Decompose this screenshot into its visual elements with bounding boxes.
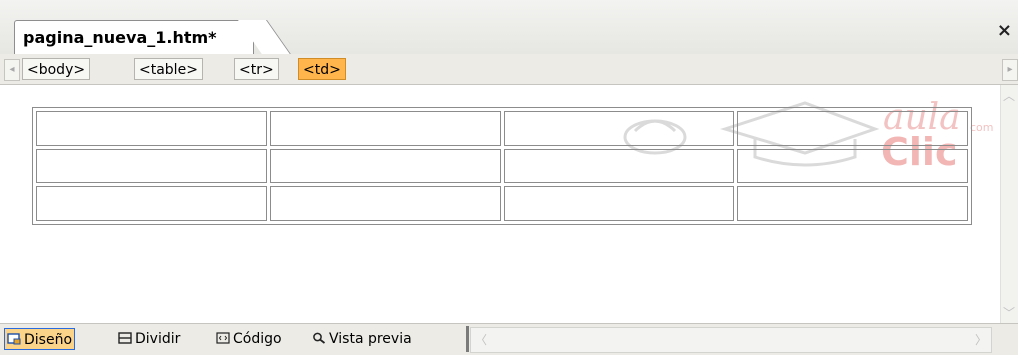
tag-scroll-right-icon[interactable]: ▸ <box>1002 59 1018 81</box>
close-document-icon[interactable]: × <box>997 20 1012 41</box>
split-view-label: Dividir <box>135 331 181 347</box>
tag-selector-bar: ◂ <body> <table> <tr> <td> ▸ <box>0 54 1018 85</box>
design-view-icon <box>7 333 21 345</box>
table-cell[interactable] <box>269 148 501 184</box>
scroll-left-icon[interactable]: 〈 <box>475 331 487 348</box>
document-tab-title: pagina_nueva_1.htm* <box>23 28 217 47</box>
tag-td[interactable]: <td> <box>298 58 346 80</box>
tag-tr[interactable]: <tr> <box>234 58 279 80</box>
table-cell[interactable] <box>503 111 735 146</box>
table-cell[interactable] <box>36 148 267 184</box>
vertical-scrollbar[interactable]: ︿ ﹀ <box>1000 85 1018 323</box>
table-cell[interactable] <box>36 111 267 146</box>
tag-body[interactable]: <body> <box>22 58 91 80</box>
table-cell[interactable] <box>36 186 267 221</box>
horizontal-scrollbar[interactable]: 〈 〉 <box>470 327 992 353</box>
table-cell[interactable] <box>503 186 735 221</box>
table-cell[interactable] <box>503 148 735 184</box>
preview-button[interactable]: Vista previa <box>310 328 414 350</box>
scroll-right-icon[interactable]: 〉 <box>975 331 987 348</box>
table-cell[interactable] <box>269 111 501 146</box>
table-cell[interactable] <box>269 186 501 221</box>
html-table[interactable] <box>32 107 972 225</box>
table-cell[interactable] <box>737 111 968 146</box>
code-view-button[interactable]: Código <box>214 328 284 350</box>
design-view-area[interactable]: aula com Clic <box>0 85 1000 323</box>
table-cell[interactable] <box>737 186 968 221</box>
design-view-button[interactable]: Diseño <box>4 328 76 350</box>
scroll-down-icon[interactable]: ﹀ <box>1003 304 1015 321</box>
scroll-up-icon[interactable]: ︿ <box>1003 87 1015 104</box>
split-view-icon <box>118 332 132 344</box>
split-view-button[interactable]: Dividir <box>116 328 182 350</box>
table-row <box>36 148 968 184</box>
table-row <box>36 111 968 146</box>
watermark-com-text: com <box>970 121 994 134</box>
table-cell[interactable] <box>737 148 968 184</box>
design-view-label: Diseño <box>24 332 73 348</box>
preview-label: Vista previa <box>329 331 412 347</box>
view-mode-bar: Diseño Dividir Código Vista previa 〈 〉 <box>0 323 1018 355</box>
code-view-label: Código <box>233 331 282 347</box>
tag-scroll-left-icon[interactable]: ◂ <box>4 59 20 81</box>
table-row <box>36 186 968 221</box>
tag-table[interactable]: <table> <box>134 58 203 80</box>
document-tab[interactable]: pagina_nueva_1.htm* <box>14 20 254 54</box>
code-view-icon <box>216 332 230 344</box>
view-bar-divider <box>466 326 469 352</box>
document-tab-strip: pagina_nueva_1.htm* × <box>0 0 1018 55</box>
magnifier-icon <box>313 332 326 344</box>
